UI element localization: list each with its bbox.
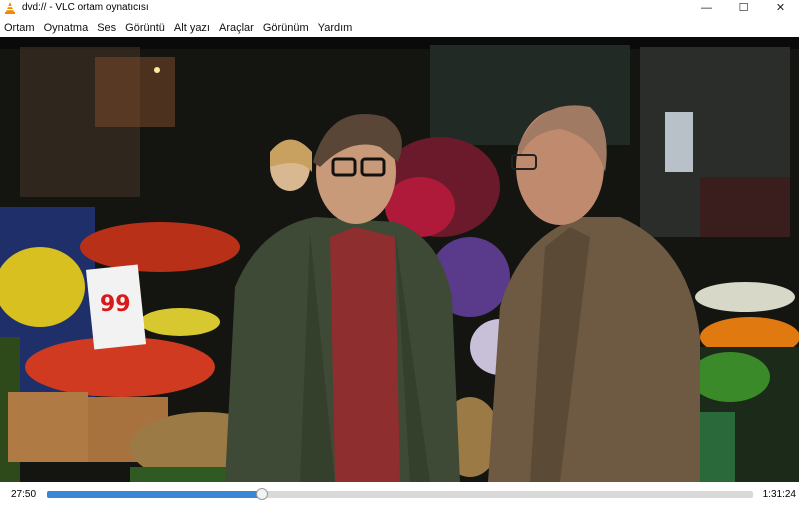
elapsed-time: 27:50: [11, 489, 37, 500]
total-time: 1:31:24: [762, 489, 796, 500]
menu-goruntu[interactable]: Görüntü: [121, 22, 170, 34]
seek-progress: [47, 491, 263, 498]
close-button[interactable]: ✕: [762, 0, 799, 15]
vlc-cone-icon: [4, 1, 16, 14]
menu-yardim[interactable]: Yardım: [314, 22, 358, 34]
minimize-button[interactable]: —: [688, 0, 725, 15]
menu-ses[interactable]: Ses: [93, 22, 121, 34]
seek-handle[interactable]: [256, 488, 269, 500]
menu-oynatma[interactable]: Oynatma: [40, 22, 94, 34]
menu-alt-yazi[interactable]: Alt yazı: [170, 22, 215, 34]
title-bar: dvd:// - VLC ortam oynatıcısı — ☐ ✕: [0, 0, 799, 15]
menu-ortam[interactable]: Ortam: [0, 22, 40, 34]
window-title: dvd:// - VLC ortam oynatıcısı: [22, 2, 149, 13]
menu-gorunum[interactable]: Görünüm: [259, 22, 314, 34]
maximize-button[interactable]: ☐: [725, 0, 762, 15]
seek-bar[interactable]: [47, 488, 753, 500]
movie-frame: 99: [0, 37, 799, 482]
price-sign-text: 99: [100, 292, 131, 317]
menu-bar: Ortam Oynatma Ses Görüntü Alt yazı Araçl…: [0, 19, 799, 37]
window-controls: — ☐ ✕: [688, 0, 799, 15]
video-area[interactable]: 99: [0, 37, 799, 482]
menu-araclar[interactable]: Araçlar: [215, 22, 259, 34]
